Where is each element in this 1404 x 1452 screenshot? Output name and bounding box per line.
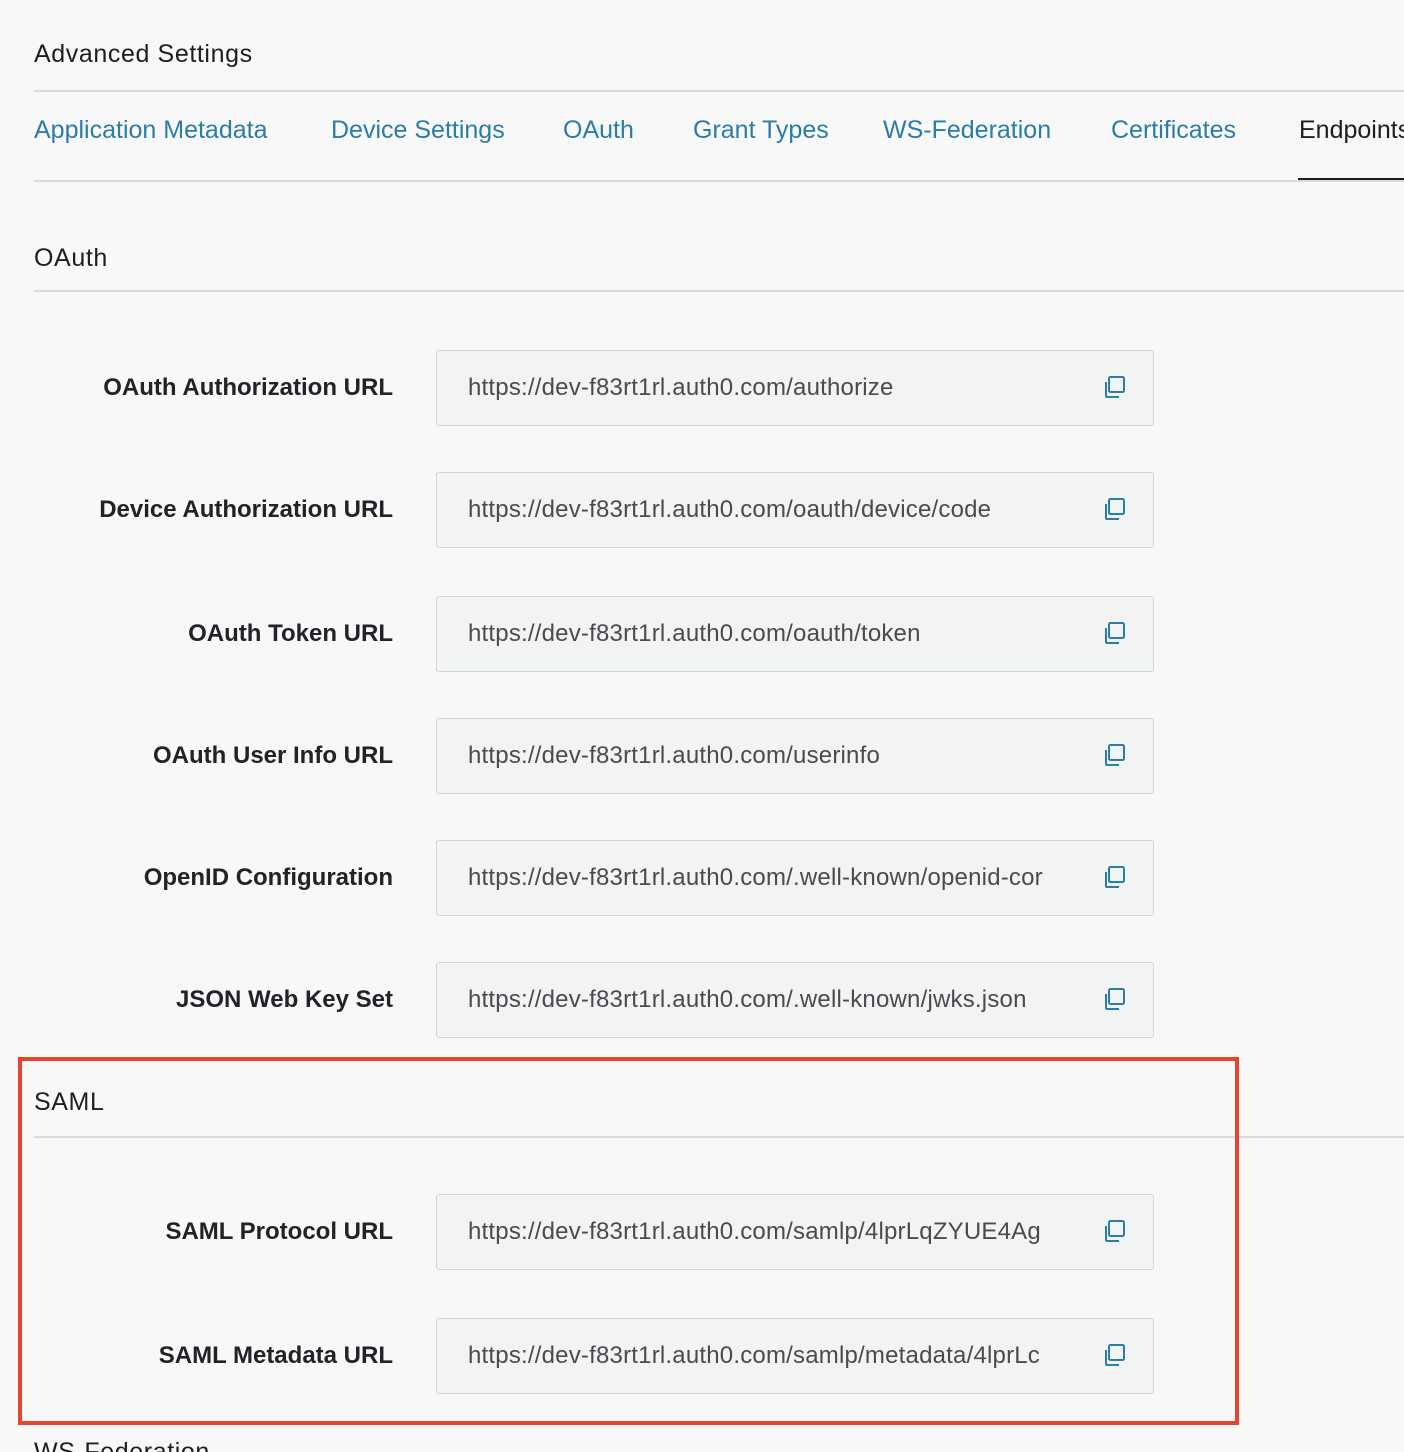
oauth-section-title: OAuth xyxy=(34,244,108,272)
tab-endpoints[interactable]: Endpoints xyxy=(1299,116,1404,145)
copy-icon[interactable] xyxy=(1101,1218,1127,1244)
copy-icon[interactable] xyxy=(1101,986,1127,1012)
tab-oauth[interactable]: OAuth xyxy=(563,116,634,145)
saml-protocol-url-label: SAML Protocol URL xyxy=(165,1218,393,1245)
json-web-key-set-input[interactable] xyxy=(468,963,1076,1037)
tab-certificates[interactable]: Certificates xyxy=(1111,116,1236,145)
oauth-authorization-url-input[interactable] xyxy=(468,351,1076,425)
endpoints-page: Advanced Settings Application Metadata D… xyxy=(0,0,1404,1452)
tab-ws-federation[interactable]: WS-Federation xyxy=(883,116,1051,145)
oauth-user-info-url-label: OAuth User Info URL xyxy=(153,742,393,769)
device-authorization-url-label: Device Authorization URL xyxy=(99,496,393,523)
oauth-authorization-url-field xyxy=(436,350,1154,426)
tabs-divider xyxy=(34,180,1404,182)
saml-metadata-url-input[interactable] xyxy=(468,1319,1076,1393)
oauth-user-info-url-field xyxy=(436,718,1154,794)
saml-metadata-url-field xyxy=(436,1318,1154,1394)
oauth-section-divider xyxy=(34,290,1404,292)
device-authorization-url-field xyxy=(436,472,1154,548)
tab-device-settings[interactable]: Device Settings xyxy=(331,116,505,145)
openid-configuration-input[interactable] xyxy=(468,841,1076,915)
saml-section-title: SAML xyxy=(34,1088,105,1116)
oauth-token-url-field xyxy=(436,596,1154,672)
advanced-settings-title: Advanced Settings xyxy=(34,40,253,68)
tab-application-metadata[interactable]: Application Metadata xyxy=(34,116,267,145)
oauth-authorization-url-label: OAuth Authorization URL xyxy=(103,374,393,401)
json-web-key-set-field xyxy=(436,962,1154,1038)
json-web-key-set-label: JSON Web Key Set xyxy=(176,986,393,1013)
openid-configuration-field xyxy=(436,840,1154,916)
ws-federation-section-title: WS-Federation xyxy=(34,1438,210,1452)
oauth-token-url-input[interactable] xyxy=(468,597,1076,671)
copy-icon[interactable] xyxy=(1101,1342,1127,1368)
saml-section-divider xyxy=(34,1136,1404,1138)
device-authorization-url-input[interactable] xyxy=(468,473,1076,547)
copy-icon[interactable] xyxy=(1101,620,1127,646)
tab-grant-types[interactable]: Grant Types xyxy=(693,116,829,145)
saml-metadata-url-label: SAML Metadata URL xyxy=(158,1342,393,1369)
copy-icon[interactable] xyxy=(1101,742,1127,768)
oauth-user-info-url-input[interactable] xyxy=(468,719,1076,793)
oauth-token-url-label: OAuth Token URL xyxy=(188,620,393,647)
saml-protocol-url-field xyxy=(436,1194,1154,1270)
settings-tabs: Application Metadata Device Settings OAu… xyxy=(34,116,1404,182)
copy-icon[interactable] xyxy=(1101,496,1127,522)
copy-icon[interactable] xyxy=(1101,374,1127,400)
copy-icon[interactable] xyxy=(1101,864,1127,890)
saml-protocol-url-input[interactable] xyxy=(468,1195,1076,1269)
openid-configuration-label: OpenID Configuration xyxy=(143,864,393,891)
title-divider xyxy=(34,90,1404,92)
